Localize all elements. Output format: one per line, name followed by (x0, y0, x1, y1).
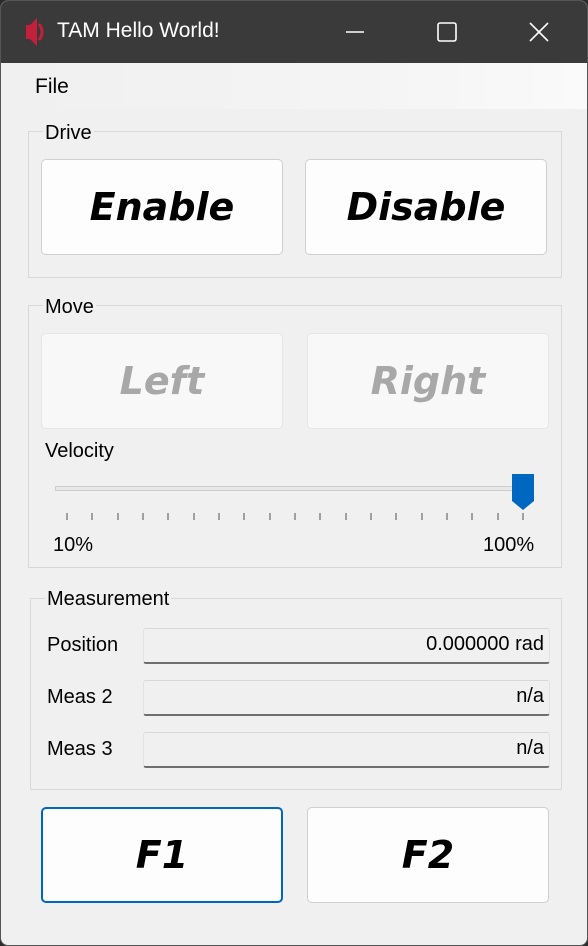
app-icon (26, 18, 44, 46)
maximize-icon (437, 22, 457, 42)
velocity-tick (395, 513, 398, 520)
minimize-button[interactable] (309, 1, 401, 63)
menu-bar: File (1, 63, 587, 109)
velocity-tick (167, 513, 170, 520)
meas2-label: Meas 2 (47, 686, 113, 708)
title-bar[interactable]: TAM Hello World! (1, 1, 587, 63)
move-left-button[interactable]: Left (41, 333, 283, 429)
velocity-tick (370, 513, 372, 520)
minimize-icon (346, 31, 364, 33)
window-title: TAM Hello World! (57, 19, 220, 42)
velocity-tick (192, 513, 195, 520)
velocity-tick (522, 513, 524, 520)
velocity-tick (344, 513, 347, 520)
move-right-button[interactable]: Right (307, 333, 549, 429)
maximize-button[interactable] (401, 1, 493, 63)
position-value: 0.000000 rad (143, 628, 550, 664)
meas2-value: n/a (143, 680, 550, 716)
disable-button[interactable]: Disable (305, 159, 547, 255)
velocity-tick (319, 513, 322, 520)
velocity-tick (294, 513, 296, 520)
measurement-group-legend: Measurement (45, 588, 172, 610)
velocity-tick (91, 513, 94, 520)
enable-button[interactable]: Enable (41, 159, 283, 255)
drive-group-legend: Drive (43, 122, 94, 144)
velocity-tick (496, 513, 499, 520)
meas3-label: Meas 3 (47, 738, 113, 760)
close-icon (529, 22, 549, 42)
velocity-label: Velocity (45, 440, 114, 462)
velocity-max-label: 100% (483, 534, 535, 556)
velocity-tick (268, 513, 271, 520)
velocity-tick (243, 513, 246, 520)
velocity-tick (471, 513, 474, 520)
f2-button[interactable]: F2 (307, 807, 549, 903)
menu-file[interactable]: File (33, 73, 71, 101)
close-button[interactable] (493, 1, 585, 63)
velocity-tick (142, 513, 144, 520)
position-label: Position (47, 634, 119, 656)
velocity-slider-thumb[interactable] (511, 473, 535, 511)
velocity-min-label: 10% (53, 534, 94, 556)
velocity-tick (446, 513, 448, 520)
app-window: TAM Hello World! File Drive Enable Disab… (0, 0, 588, 946)
move-group-legend: Move (43, 296, 96, 318)
velocity-tick (218, 513, 220, 520)
velocity-tick (116, 513, 119, 520)
f1-button[interactable]: F1 (41, 807, 283, 903)
velocity-tick (66, 513, 68, 520)
velocity-slider-track[interactable] (55, 486, 531, 491)
velocity-tick (420, 513, 423, 520)
meas3-value: n/a (143, 732, 550, 768)
